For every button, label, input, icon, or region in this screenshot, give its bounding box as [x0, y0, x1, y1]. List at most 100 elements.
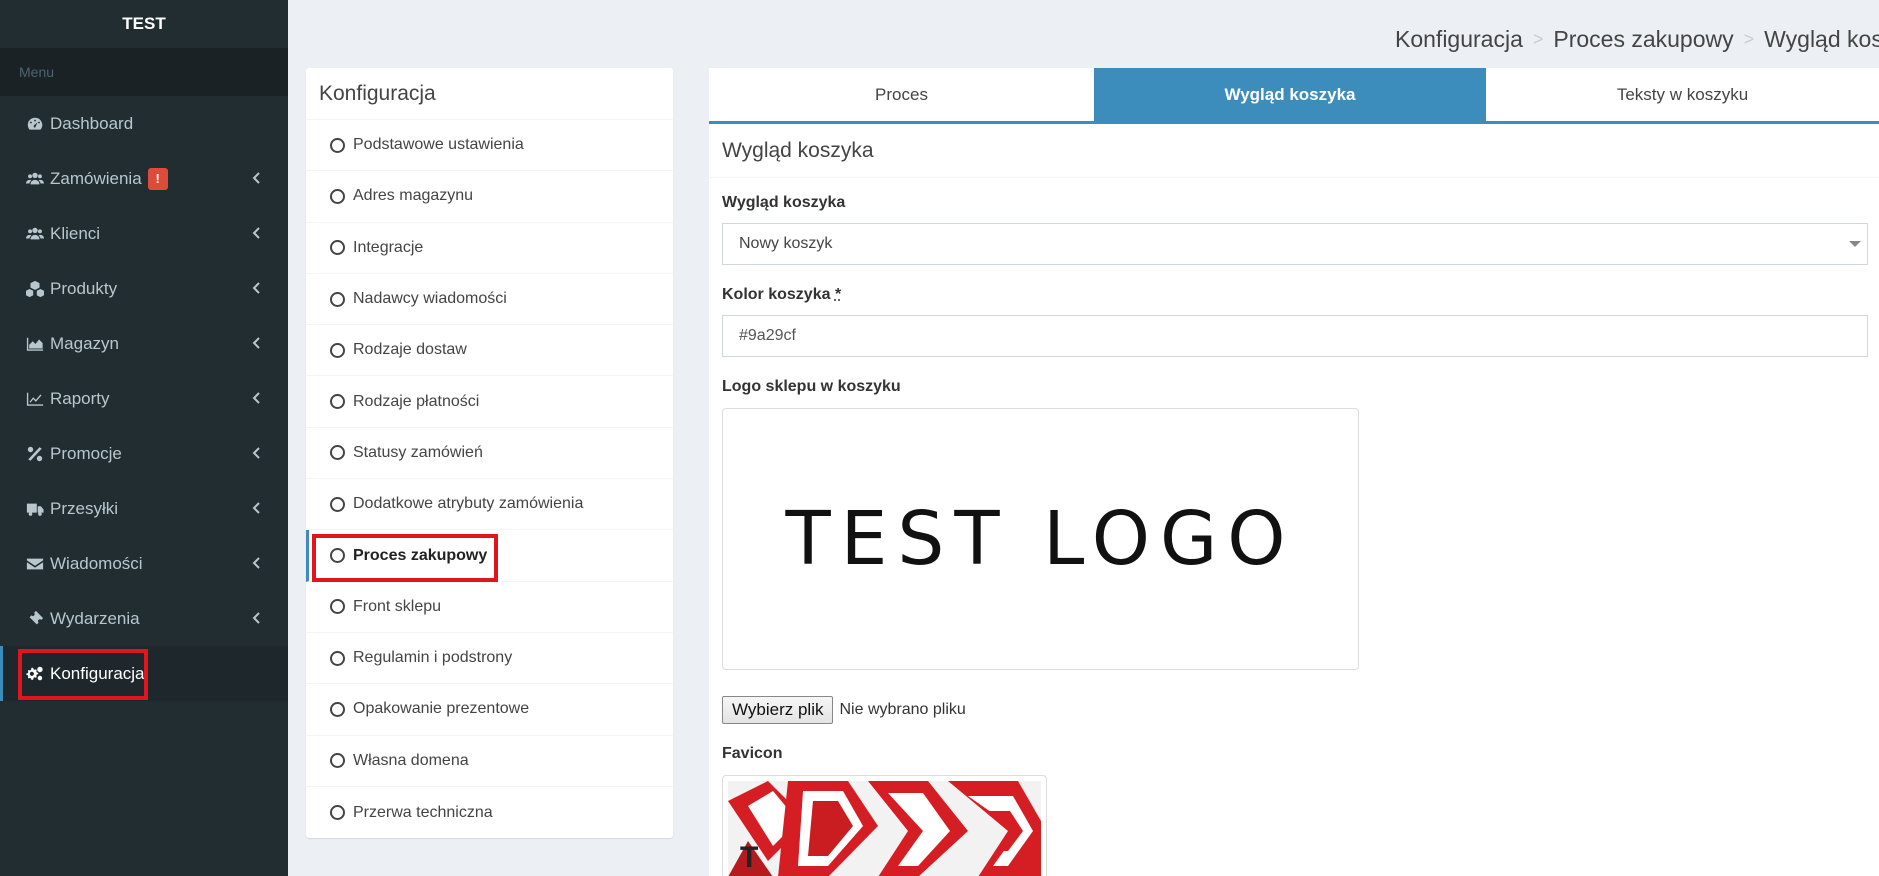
appearance-label: Wygląd koszyka: [722, 194, 846, 211]
breadcrumb-item[interactable]: Proces zakupowy: [1553, 26, 1733, 52]
cart-appearance-select[interactable]: Nowy koszyk: [722, 223, 1868, 265]
alert-badge: !: [147, 167, 168, 190]
menu-header: Menu: [0, 48, 288, 96]
choose-file-button[interactable]: Wybierz plik: [722, 696, 834, 724]
nav-item-promocje[interactable]: Promocje: [0, 426, 288, 481]
circle-icon: [330, 701, 345, 717]
config-item-label: Adres magazynu: [353, 187, 474, 205]
required-mark: *: [834, 286, 842, 303]
chevron-left-icon: [252, 391, 262, 407]
config-item[interactable]: Rodzaje dostaw: [306, 325, 673, 377]
config-item-label: Rodzaje płatności: [353, 392, 480, 410]
config-item[interactable]: Statusy zamówień: [306, 428, 673, 480]
circle-icon: [330, 188, 345, 204]
nav-item-wiadomosci[interactable]: Wiadomości: [0, 536, 288, 591]
chevron-left-icon: [252, 446, 262, 462]
nav-item-magazyn[interactable]: Magazyn: [0, 316, 288, 371]
nav-label: Wydarzenia: [50, 608, 140, 628]
nav-item-wydarzenia[interactable]: Wydarzenia: [0, 591, 288, 646]
config-item[interactable]: Integracje: [306, 223, 673, 274]
cart-color-input[interactable]: #9a29cf: [722, 315, 1868, 357]
config-item-label: Opakowanie prezentowe: [353, 700, 530, 718]
nav-label: Klienci: [50, 223, 101, 243]
users-icon: [24, 224, 46, 244]
config-item-label: Integracje: [353, 238, 424, 256]
config-item-label: Rodzaje dostaw: [353, 341, 467, 359]
breadcrumb: Konfiguracja > Proces zakupowy > Wygląd kosz…: [1395, 26, 1879, 53]
circle-icon: [330, 599, 345, 615]
config-item-label: Regulamin i podstrony: [353, 649, 513, 667]
breadcrumb-separator: >: [1532, 29, 1544, 49]
circle-icon: [330, 394, 345, 410]
panel-title: Wygląd koszyka: [709, 124, 1879, 178]
config-item[interactable]: Front sklepu: [306, 582, 673, 633]
tab-proces[interactable]: Proces: [709, 68, 1094, 121]
config-item[interactable]: Własna domena: [306, 736, 673, 787]
config-item[interactable]: Podstawowe ustawienia: [306, 120, 673, 172]
nav-label: Magazyn: [50, 333, 119, 353]
nav-item-przesylki[interactable]: Przesyłki: [0, 481, 288, 536]
breadcrumb-item-current: Wygląd koszyka: [1764, 26, 1879, 52]
config-item[interactable]: Przerwa techniczna: [306, 787, 673, 838]
logo-label: Logo sklepu w koszyku: [722, 378, 901, 395]
circle-icon: [330, 240, 345, 256]
nav-item-produkty[interactable]: Produkty: [0, 261, 288, 316]
envelope-icon: [24, 554, 46, 574]
caret-down-icon: [1849, 241, 1861, 247]
truck-icon: [24, 499, 46, 519]
tab-bar: Proces Wygląd koszyka Teksty w koszyku: [709, 68, 1879, 124]
users-icon: [24, 169, 46, 189]
favicon-label: Favicon: [722, 745, 783, 762]
chevron-left-icon: [252, 171, 262, 187]
circle-icon: [330, 445, 345, 461]
tab-teksty-w-koszyku[interactable]: Teksty w koszyku: [1486, 68, 1879, 121]
svg-text:T: T: [740, 841, 758, 874]
logo-preview: TEST LOGO: [722, 408, 1359, 670]
config-item-label: Nadawcy wiadomości: [353, 290, 507, 308]
nav-item-zamowienia[interactable]: Zamówienia !: [0, 151, 288, 206]
breadcrumb-separator: >: [1743, 29, 1755, 49]
config-panel: Konfiguracja Podstawowe ustawienia Adres…: [306, 68, 673, 838]
chevron-left-icon: [252, 226, 262, 242]
cart-appearance-panel: Wygląd koszyka Wygląd koszyka Nowy koszy…: [709, 124, 1879, 876]
sidebar: TEST Menu Dashboard Zamówienia ! Klienci…: [0, 0, 288, 876]
config-panel-title: Konfiguracja: [306, 68, 673, 120]
color-label: Kolor koszyka *: [722, 286, 841, 304]
color-label-text: Kolor koszyka: [722, 286, 831, 303]
config-item-label: Statusy zamówień: [353, 443, 483, 461]
nav-item-dashboard[interactable]: Dashboard: [0, 96, 288, 151]
nav-label: Dashboard: [50, 113, 134, 133]
nav-label: Zamówienia: [50, 168, 142, 188]
config-item-label: Własna domena: [353, 751, 469, 769]
config-item[interactable]: Rodzaje płatności: [306, 376, 673, 428]
favicon-image: T: [728, 781, 1041, 876]
chevron-left-icon: [252, 611, 262, 627]
chevron-left-icon: [252, 501, 262, 517]
favicon-preview: T: [722, 775, 1047, 876]
file-status: Nie wybrano pliku: [839, 701, 966, 718]
percent-icon: [24, 444, 46, 464]
nav-item-raporty[interactable]: Raporty: [0, 371, 288, 426]
config-item-label: Dodatkowe atrybuty zamówienia: [353, 495, 584, 513]
nav-label: Wiadomości: [50, 553, 143, 573]
chevron-left-icon: [252, 556, 262, 572]
config-item[interactable]: Regulamin i podstrony: [306, 633, 673, 685]
circle-icon: [330, 753, 345, 769]
chevron-left-icon: [252, 336, 262, 352]
line-chart-icon: [24, 389, 46, 409]
select-value: Nowy koszyk: [739, 235, 833, 252]
tab-wyglad-koszyka[interactable]: Wygląd koszyka: [1094, 68, 1486, 121]
circle-icon: [330, 496, 345, 512]
highlight-konfiguracja: [18, 649, 148, 700]
breadcrumb-item[interactable]: Konfiguracja: [1395, 26, 1523, 52]
config-item[interactable]: Adres magazynu: [306, 171, 673, 223]
config-item[interactable]: Dodatkowe atrybuty zamówienia: [306, 479, 673, 531]
nav-item-klienci[interactable]: Klienci: [0, 206, 288, 261]
config-item[interactable]: Nadawcy wiadomości: [306, 274, 673, 326]
nav-label: Promocje: [50, 443, 122, 463]
cubes-icon: [24, 279, 46, 299]
nav-label: Raporty: [50, 388, 110, 408]
ticket-icon: [24, 609, 46, 629]
config-item[interactable]: Opakowanie prezentowe: [306, 684, 673, 736]
brand-logo[interactable]: TEST: [0, 0, 288, 48]
